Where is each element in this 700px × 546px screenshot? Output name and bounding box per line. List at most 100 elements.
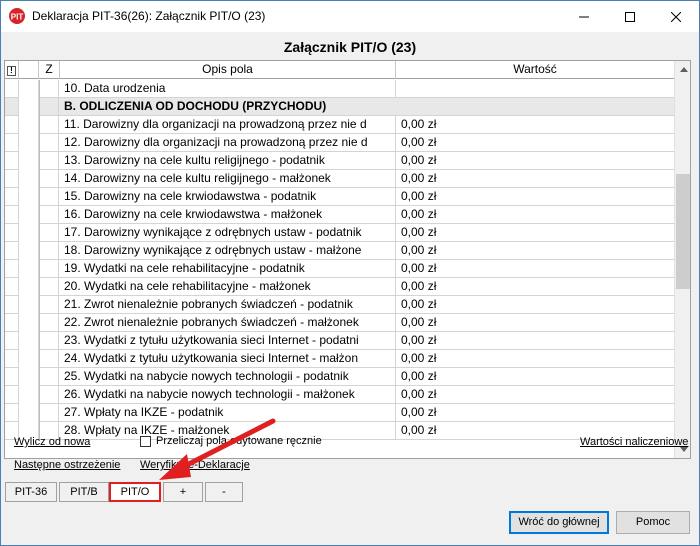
add-tab-button[interactable]: + xyxy=(163,482,203,502)
marker-cell xyxy=(19,134,39,152)
warning-cell xyxy=(5,314,19,332)
value-cell[interactable]: 0,00 zł xyxy=(396,134,674,152)
z-cell xyxy=(39,404,59,422)
recalc-manual-checkbox[interactable] xyxy=(140,435,151,447)
value-cell[interactable]: 0,00 zł xyxy=(396,350,674,368)
page-title: Załącznik PIT/O (23) xyxy=(283,39,417,55)
computed-values-link[interactable]: Wartości naliczeniowe xyxy=(580,436,688,448)
warning-cell xyxy=(5,278,19,296)
table-row[interactable]: 13. Darowizny na cele kultu religijnego … xyxy=(5,152,674,170)
back-to-main-button[interactable]: Wróć do głównej xyxy=(509,511,609,534)
value-cell[interactable]: 0,00 zł xyxy=(396,116,674,134)
table-row[interactable]: 14. Darowizny na cele kultu religijnego … xyxy=(5,170,674,188)
value-cell[interactable]: 0,00 zł xyxy=(396,314,674,332)
marker-cell xyxy=(19,260,39,278)
description-cell: 12. Darowizny dla organizacji na prowadz… xyxy=(60,134,396,152)
table-row[interactable]: 25. Wydatki na nabycie nowych technologi… xyxy=(5,368,674,386)
table-row[interactable]: 19. Wydatki na cele rehabilitacyjne - po… xyxy=(5,260,674,278)
maximize-button[interactable] xyxy=(607,1,653,32)
z-cell xyxy=(39,386,59,404)
value-cell[interactable]: 0,00 zł xyxy=(396,206,674,224)
section-row[interactable]: B. ODLICZENIA OD DOCHODU (PRZYCHODU) xyxy=(5,98,674,116)
value-cell[interactable]: 0,00 zł xyxy=(396,368,674,386)
verify-edeclaration-link[interactable]: Weryfikuj e-Deklaracje xyxy=(140,459,250,471)
table-row[interactable]: 12. Darowizny dla organizacji na prowadz… xyxy=(5,134,674,152)
value-cell[interactable]: 0,00 zł xyxy=(396,242,674,260)
table-row[interactable]: 21. Zwrot nienależnie pobranych świadcze… xyxy=(5,296,674,314)
warning-cell xyxy=(5,206,19,224)
table-row[interactable]: 28. Wpłaty na IKZE - małżonek 0,00 zł xyxy=(5,422,674,440)
tab-pit-b[interactable]: PIT/B xyxy=(59,482,109,502)
table-row[interactable]: 23. Wydatki z tytułu użytkowania sieci I… xyxy=(5,332,674,350)
z-cell xyxy=(39,350,59,368)
marker-cell xyxy=(19,278,39,296)
marker-cell xyxy=(19,188,39,206)
grid-header: ! Z Opis pola Wartość xyxy=(5,61,674,79)
vertical-scrollbar[interactable] xyxy=(674,61,690,458)
scroll-thumb[interactable] xyxy=(676,174,690,289)
dialog-window: PIT Deklaracja PIT-36(26): Załącznik PIT… xyxy=(0,0,700,546)
table-row[interactable]: 26. Wydatki na nabycie nowych technologi… xyxy=(5,386,674,404)
description-cell: 18. Darowizny wynikające z odrębnych ust… xyxy=(60,242,396,260)
warning-cell xyxy=(5,368,19,386)
tab-pit-36[interactable]: PIT-36 xyxy=(5,482,57,502)
remove-tab-button[interactable]: - xyxy=(205,482,243,502)
description-cell: B. ODLICZENIA OD DOCHODU (PRZYCHODU) xyxy=(64,99,327,113)
minimize-button[interactable] xyxy=(561,1,607,32)
value-cell[interactable]: 0,00 zł xyxy=(396,404,674,422)
marker-cell xyxy=(19,386,39,404)
value-cell[interactable]: 0,00 zł xyxy=(396,332,674,350)
warning-column-header: ! xyxy=(5,61,19,79)
table-row[interactable]: 17. Darowizny wynikające z odrębnych ust… xyxy=(5,224,674,242)
table-row[interactable]: 16. Darowizny na cele krwiodawstwa - mał… xyxy=(5,206,674,224)
description-cell: 14. Darowizny na cele kultu religijnego … xyxy=(60,170,396,188)
marker-cell xyxy=(19,170,39,188)
app-logo-icon: PIT xyxy=(8,7,26,25)
marker-cell xyxy=(19,98,39,116)
value-cell[interactable]: 0,00 zł xyxy=(396,152,674,170)
marker-cell xyxy=(19,206,39,224)
description-cell: 16. Darowizny na cele krwiodawstwa - mał… xyxy=(60,206,396,224)
title-bar[interactable]: PIT Deklaracja PIT-36(26): Załącznik PIT… xyxy=(1,1,699,32)
tab-pit-o[interactable]: PIT/O xyxy=(109,482,161,502)
help-button[interactable]: Pomoc xyxy=(616,511,690,534)
window-title: Deklaracja PIT-36(26): Załącznik PIT/O (… xyxy=(32,9,266,23)
z-cell xyxy=(39,260,59,278)
z-cell xyxy=(39,152,59,170)
warning-cell xyxy=(5,242,19,260)
table-row[interactable]: 27. Wpłaty na IKZE - podatnik 0,00 zł xyxy=(5,404,674,422)
marker-cell xyxy=(19,404,39,422)
value-cell[interactable]: 0,00 zł xyxy=(396,296,674,314)
value-cell[interactable]: 0,00 zł xyxy=(396,170,674,188)
table-row[interactable]: 22. Zwrot nienależnie pobranych świadcze… xyxy=(5,314,674,332)
table-row[interactable]: 10. Data urodzenia xyxy=(5,80,674,98)
table-row[interactable]: 24. Wydatki z tytułu użytkowania sieci I… xyxy=(5,350,674,368)
value-cell[interactable]: 0,00 zł xyxy=(396,278,674,296)
value-cell[interactable]: 0,00 zł xyxy=(396,260,674,278)
form-fields-grid[interactable]: ! Z Opis pola Wartość 10. Data urodzenia… xyxy=(4,60,691,459)
warning-cell xyxy=(5,296,19,314)
z-cell xyxy=(39,296,59,314)
warning-cell xyxy=(5,386,19,404)
recalc-manual-checkbox-row[interactable]: Przeliczaj pola edytowane ręcznie xyxy=(140,435,322,447)
table-row[interactable]: 20. Wydatki na cele rehabilitacyjne - ma… xyxy=(5,278,674,296)
table-row[interactable]: 11. Darowizny dla organizacji na prowadz… xyxy=(5,116,674,134)
warning-cell xyxy=(5,332,19,350)
z-cell xyxy=(39,206,59,224)
marker-cell xyxy=(19,242,39,260)
value-cell[interactable]: 0,00 zł xyxy=(396,188,674,206)
value-cell[interactable]: 0,00 zł xyxy=(396,224,674,242)
value-cell[interactable] xyxy=(396,80,674,98)
z-cell xyxy=(39,368,59,386)
recalculate-link[interactable]: Wylicz od nowa xyxy=(14,436,90,448)
table-row[interactable]: 18. Darowizny wynikające z odrębnych ust… xyxy=(5,242,674,260)
value-cell[interactable]: 0,00 zł xyxy=(396,386,674,404)
table-row[interactable]: 15. Darowizny na cele krwiodawstwa - pod… xyxy=(5,188,674,206)
recalc-manual-label: Przeliczaj pola edytowane ręcznie xyxy=(156,435,322,447)
description-cell: 21. Zwrot nienależnie pobranych świadcze… xyxy=(60,296,396,314)
warning-cell xyxy=(5,224,19,242)
z-cell xyxy=(39,134,59,152)
close-button[interactable] xyxy=(653,1,699,32)
next-warning-link[interactable]: Następne ostrzeżenie xyxy=(14,459,120,471)
scroll-up-icon[interactable] xyxy=(675,61,690,78)
